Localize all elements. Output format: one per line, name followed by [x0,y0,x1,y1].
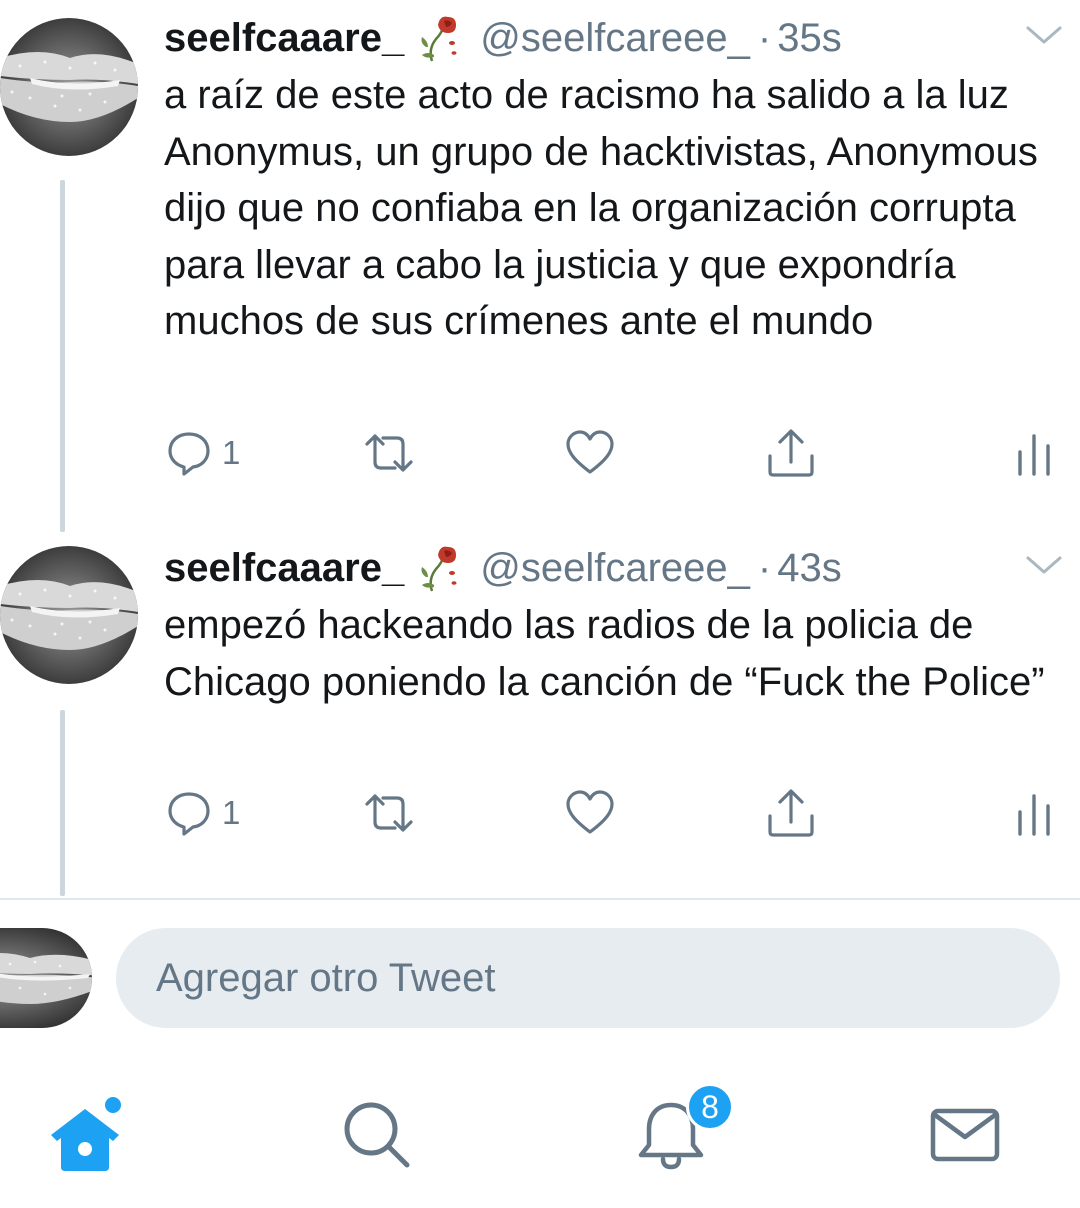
like-button[interactable] [564,423,616,483]
messages-icon [930,1108,1000,1162]
wilted-rose-icon [421,16,457,62]
tweet-text: a raíz de este acto de racismo ha salido… [164,73,1038,343]
separator: · [757,545,772,590]
reply-count: 1 [222,434,241,471]
tab-search[interactable] [322,1080,432,1190]
handle[interactable]: @seelfcareee_ [480,16,750,61]
avatar[interactable] [0,18,138,156]
reply-icon [168,432,210,476]
compose-placeholder: Agregar otro Tweet [156,955,496,1000]
retweet-button[interactable] [359,423,419,483]
tweet[interactable]: seelfcaaare_ @seelfcareee_ · 43s empezó … [0,530,1080,898]
chevron-down-icon[interactable] [1024,20,1064,50]
divider [0,898,1080,900]
tab-bar [0,1060,1080,1208]
tweet[interactable]: seelfcaaare_ @seelfcareee_ · 35s a raíz … [0,0,1080,532]
share-icon [768,789,814,837]
home-icon [51,1097,121,1171]
reply-button[interactable]: 1 [164,423,240,483]
share-button[interactable] [764,783,818,843]
analytics-icon [1018,434,1050,476]
retweet-icon [365,434,413,472]
reply-icon [168,792,210,836]
like-button[interactable] [564,783,616,843]
tab-messages[interactable] [910,1080,1020,1190]
analytics-button[interactable] [1014,423,1054,483]
tweet-header: seelfcaaare_ @seelfcareee_ · 35s [164,12,842,64]
display-name[interactable]: seelfcaaare_ [164,546,404,591]
analytics-button[interactable] [1014,783,1054,843]
tab-home[interactable] [30,1080,140,1190]
tweet-text: empezó hackeando las radios de la polici… [164,603,1045,704]
avatar[interactable] [0,928,92,1028]
thread-line [60,710,65,896]
search-icon [344,1102,410,1168]
share-button[interactable] [764,423,818,483]
tweet-header: seelfcaaare_ @seelfcareee_ · 43s [164,542,842,594]
retweet-icon [365,794,413,832]
reply-button[interactable]: 1 [164,783,240,843]
tweet-actions: 1 [164,783,1064,843]
timestamp[interactable]: 43s [777,546,842,591]
display-name[interactable]: seelfcaaare_ [164,16,404,61]
retweet-button[interactable] [359,783,419,843]
chevron-down-icon[interactable] [1024,550,1064,580]
tweet-actions: 1 [164,423,1064,483]
heart-icon [566,790,614,834]
handle[interactable]: @seelfcareee_ [480,546,750,591]
analytics-icon [1018,794,1050,836]
timestamp[interactable]: 35s [777,16,842,61]
share-icon [768,429,814,477]
wilted-rose-icon [421,546,457,592]
compose-input[interactable]: Agregar otro Tweet [116,928,1060,1028]
reply-count: 1 [222,794,241,831]
separator: · [757,15,772,60]
notifications-badge: 8 [686,1083,734,1131]
heart-icon [566,430,614,474]
avatar[interactable] [0,546,138,684]
thread-line [60,180,65,532]
